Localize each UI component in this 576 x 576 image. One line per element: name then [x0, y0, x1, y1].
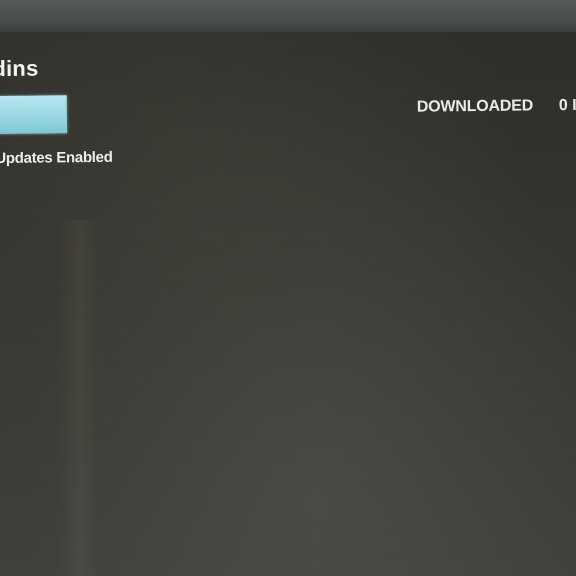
addons-screen: dins Updates Enabled DOWNLOADED 0 I — [0, 24, 576, 576]
section-title: dins — [0, 55, 39, 82]
downloaded-count: 0 I — [558, 96, 576, 115]
primary-action-button[interactable] — [0, 95, 68, 135]
downloaded-label: DOWNLOADED — [416, 97, 534, 116]
updates-status-text: Updates Enabled — [0, 148, 113, 168]
monitor-photo: dins Updates Enabled DOWNLOADED 0 I — [0, 0, 576, 576]
